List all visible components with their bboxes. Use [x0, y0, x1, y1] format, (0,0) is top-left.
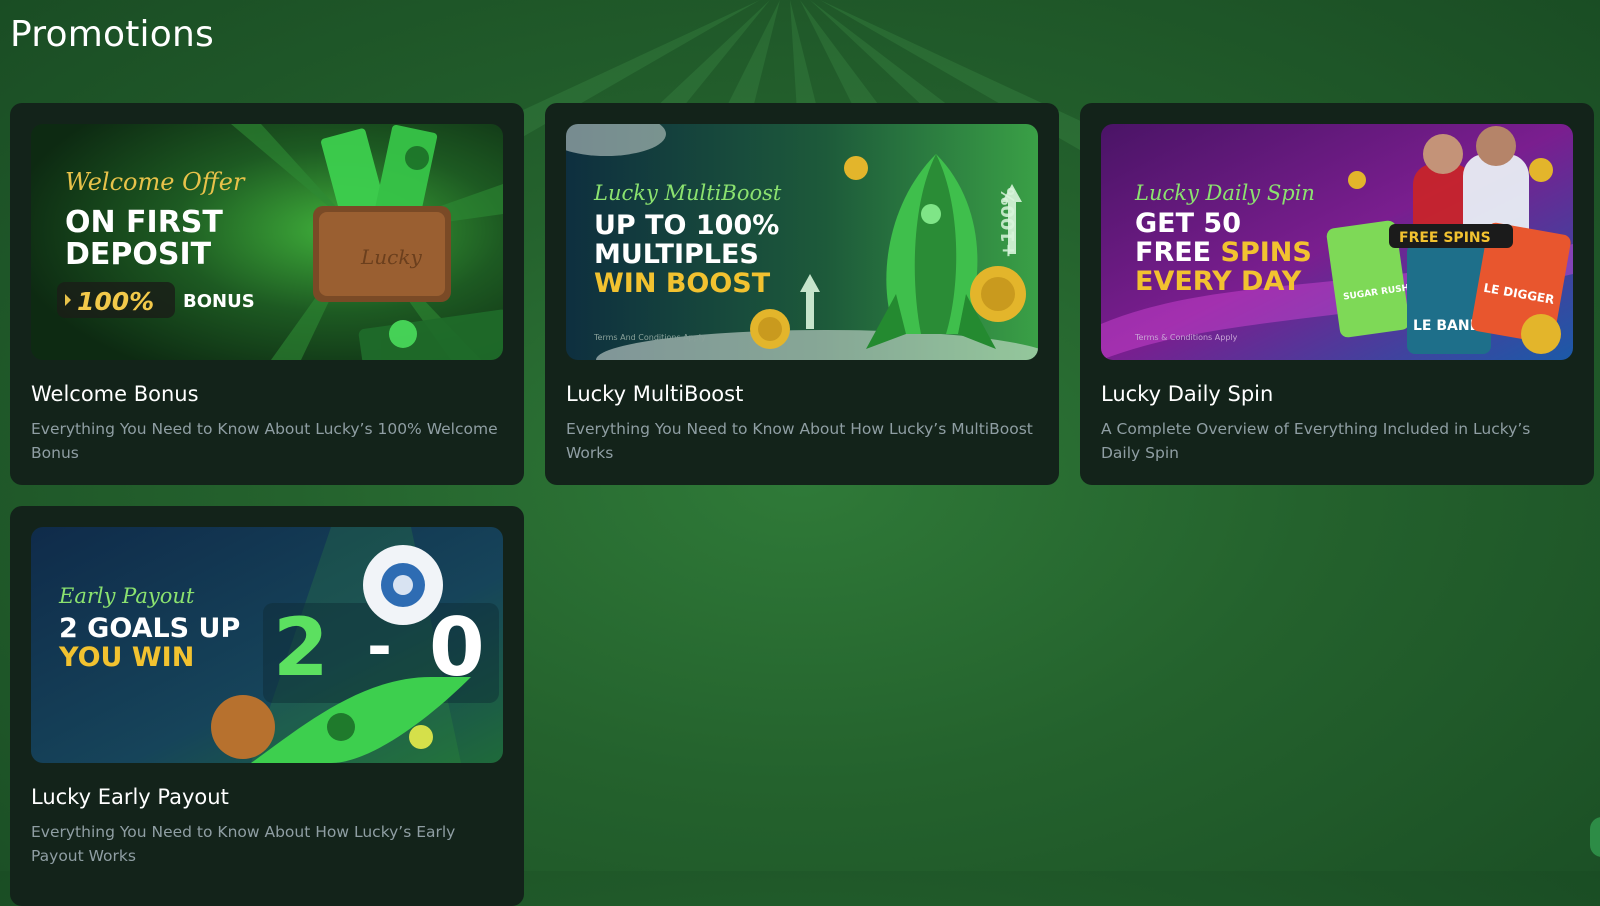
daily-spin-line1: GET 50	[1135, 208, 1241, 239]
promo-banner-daily-spin[interactable]: SUGAR RUSH SUPER SCAT LE BANDIT LE DIGGE…	[1101, 124, 1573, 360]
promo-title[interactable]: Lucky Daily Spin	[1101, 382, 1573, 407]
promo-description: Everything You Need to Know About How Lu…	[31, 823, 456, 866]
multiboost-script: Lucky MultiBoost	[593, 181, 782, 205]
promo-card-daily-spin[interactable]: SUGAR RUSH SUPER SCAT LE BANDIT LE DIGGE…	[1080, 103, 1594, 486]
daily-spin-fineprint: Terms & Conditions Apply	[1134, 333, 1238, 342]
early-payout-script: Early Payout	[58, 584, 195, 608]
promo-banner-multiboost[interactable]: +100% Lucky MultiBoost UP TO 100% MULTIP…	[566, 124, 1038, 360]
early-payout-line2: YOU WIN	[58, 642, 194, 673]
welcome-pill-suffix: BONUS	[183, 291, 255, 312]
score-left: 2	[273, 601, 329, 694]
promo-card-early-payout[interactable]: 2 - 0 Early Payout 2 GOALS UP YOU WIN Lu…	[10, 506, 524, 906]
tennis-ball-icon	[409, 725, 433, 750]
promo-title[interactable]: Lucky Early Payout	[31, 785, 503, 810]
daily-spin-script: Lucky Daily Spin	[1134, 181, 1315, 205]
multiboost-fineprint: Terms And Conditions Apply	[593, 333, 706, 342]
multiboost-line2: MULTIPLES	[594, 239, 759, 270]
promo-banner-welcome[interactable]: Lucky Welcome Offer ON FIRST DEPOSIT 100…	[31, 124, 503, 360]
chat-launcher-button[interactable]	[1590, 817, 1600, 857]
early-payout-line1: 2 GOALS UP	[59, 613, 240, 644]
multiboost-line1: UP TO 100%	[594, 210, 779, 241]
welcome-line1: ON FIRST	[65, 205, 223, 240]
promo-description: Everything You Need to Know About Lucky’…	[31, 420, 498, 463]
welcome-banner-art: Lucky Welcome Offer ON FIRST DEPOSIT 100…	[31, 124, 503, 360]
promo-card-multiboost[interactable]: +100% Lucky MultiBoost UP TO 100% MULTIP…	[545, 103, 1059, 486]
promo-title[interactable]: Welcome Bonus	[31, 382, 503, 407]
promo-description: A Complete Overview of Everything Includ…	[1101, 420, 1531, 463]
basketball-icon	[211, 695, 275, 760]
page-title: Promotions	[10, 14, 214, 55]
promo-title[interactable]: Lucky MultiBoost	[566, 382, 1038, 407]
welcome-pill: 100%	[77, 287, 154, 316]
promo-banner-early-payout[interactable]: 2 - 0 Early Payout 2 GOALS UP YOU WIN	[31, 527, 503, 764]
score-right: 0	[429, 601, 485, 694]
welcome-line2: DEPOSIT	[65, 237, 212, 272]
score-separator: -	[367, 612, 392, 682]
multiboost-side-label: +100%	[998, 187, 1019, 258]
free-spins-badge: FREE SPINS	[1399, 230, 1491, 246]
wallet-icon: Lucky	[313, 206, 451, 302]
svg-text:Lucky: Lucky	[360, 245, 422, 269]
daily-spin-line2: FREE SPINS	[1135, 237, 1312, 268]
promo-card-welcome-bonus[interactable]: Lucky Welcome Offer ON FIRST DEPOSIT 100…	[10, 103, 524, 486]
daily-spin-line3: EVERY DAY	[1135, 266, 1302, 297]
welcome-script: Welcome Offer	[65, 168, 246, 196]
early-payout-banner-art: 2 - 0 Early Payout 2 GOALS UP YOU WIN	[31, 527, 503, 764]
promotions-grid: Lucky Welcome Offer ON FIRST DEPOSIT 100…	[10, 103, 1594, 906]
promo-description: Everything You Need to Know About How Lu…	[566, 420, 1033, 463]
daily-spin-banner-art: SUGAR RUSH SUPER SCAT LE BANDIT LE DIGGE…	[1101, 124, 1573, 360]
multiboost-banner-art: +100% Lucky MultiBoost UP TO 100% MULTIP…	[566, 124, 1038, 360]
multiboost-line3: WIN BOOST	[594, 268, 771, 299]
